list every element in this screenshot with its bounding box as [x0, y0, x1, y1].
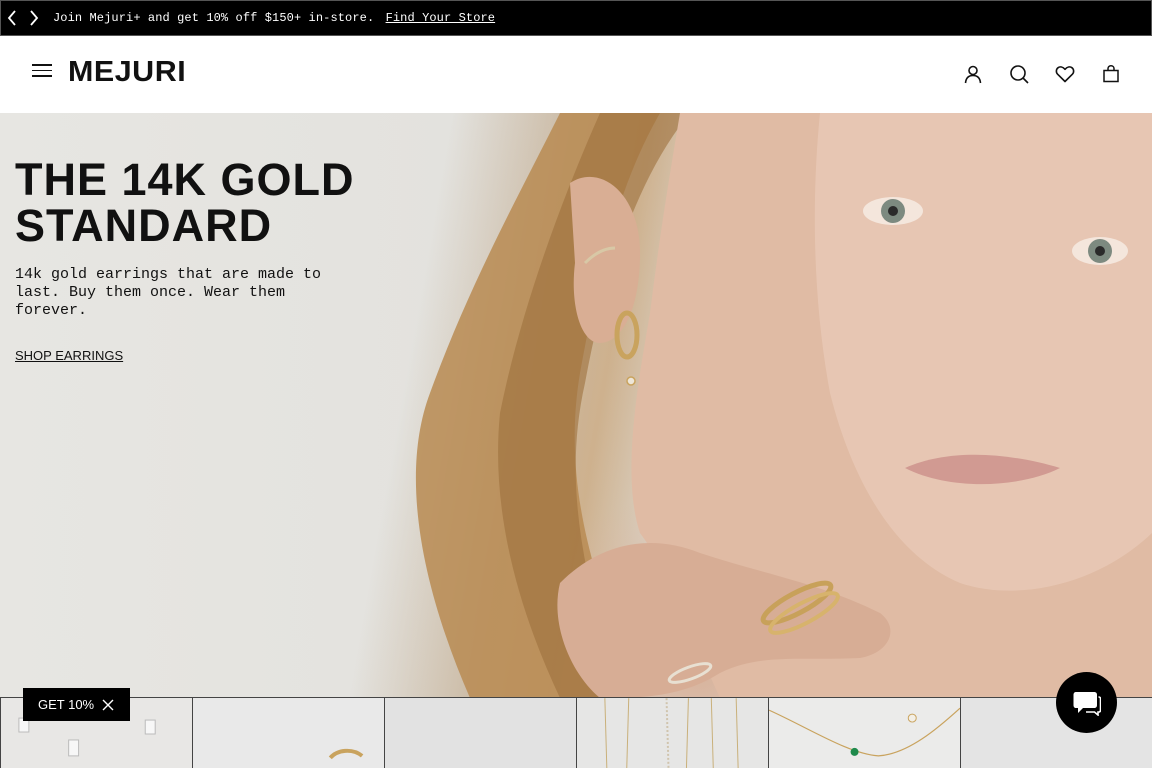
logo[interactable]: MEJURI [68, 56, 186, 89]
chevron-left-icon[interactable] [1, 1, 23, 35]
announcement-bar: Join Mejuri+ and get 10% off $150+ in-st… [0, 0, 1152, 36]
product-tile[interactable] [768, 698, 960, 768]
chat-icon [1073, 691, 1101, 716]
hero-title: THE 14K GOLD STANDARD [15, 154, 355, 251]
get-10-button[interactable]: GET 10% [23, 688, 130, 721]
product-tile[interactable] [192, 698, 384, 768]
heart-icon[interactable] [1054, 62, 1076, 86]
header-actions [962, 62, 1122, 86]
hero-subtitle: 14k gold earrings that are made to last.… [15, 266, 322, 319]
bag-icon[interactable] [1100, 62, 1122, 86]
site-header: MEJURI [0, 36, 1152, 113]
chevron-right-icon[interactable] [23, 1, 45, 35]
product-tile[interactable] [576, 698, 768, 768]
product-tile[interactable] [384, 698, 576, 768]
pendant-image [769, 707, 960, 757]
hero-banner: THE 14K GOLD STANDARD 14k gold earrings … [0, 113, 1152, 698]
find-store-link[interactable]: Find Your Store [386, 11, 496, 25]
necklaces-image [604, 698, 739, 768]
announcement-text: Join Mejuri+ and get 10% off $150+ in-st… [53, 11, 375, 25]
search-icon[interactable] [1008, 62, 1030, 86]
chat-button[interactable] [1056, 672, 1117, 733]
close-icon[interactable] [102, 699, 114, 711]
announcement-message: Join Mejuri+ and get 10% off $150+ in-st… [53, 11, 495, 25]
account-icon[interactable] [962, 62, 984, 86]
product-strip [0, 697, 1152, 768]
menu-icon[interactable] [32, 64, 52, 80]
shop-earrings-link[interactable]: SHOP EARRINGS [15, 348, 123, 363]
get-10-label: GET 10% [38, 697, 95, 712]
stud-image [328, 748, 364, 760]
